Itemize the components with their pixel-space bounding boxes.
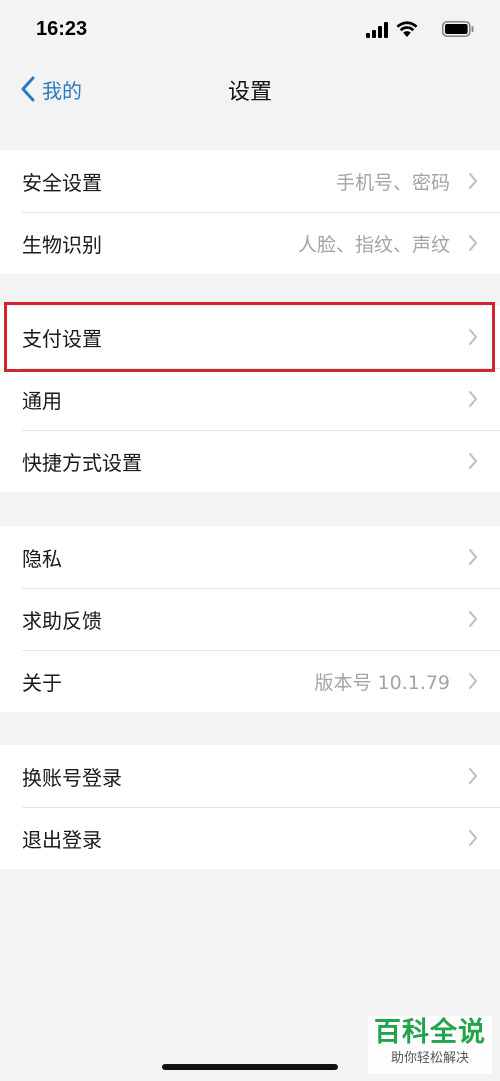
settings-row-biometrics[interactable]: 生物识别 人脸、指纹、声纹	[0, 212, 500, 274]
row-value: 人脸、指纹、声纹	[297, 233, 450, 256]
settings-group-account: 安全设置 手机号、密码 生物识别 人脸、指纹、声纹	[0, 150, 500, 274]
signal-icon	[366, 22, 388, 38]
settings-row-payment[interactable]: 支付设置	[0, 306, 500, 368]
status-icons	[354, 20, 474, 42]
settings-group-payment: 支付设置 通用 快捷方式设置	[0, 306, 500, 492]
chevron-right-icon	[469, 173, 477, 189]
settings-row-switch-account[interactable]: 换账号登录	[0, 745, 500, 807]
chevron-right-icon	[469, 768, 477, 784]
chevron-right-icon	[469, 549, 477, 565]
row-value: 版本号 10.1.79	[314, 671, 450, 694]
row-label: 换账号登录	[22, 765, 122, 790]
row-label: 生物识别	[22, 232, 102, 257]
watermark-subtitle: 助你轻松解决	[390, 1051, 469, 1066]
row-value: 手机号、密码	[335, 171, 450, 194]
settings-group-support: 隐私 求助反馈 关于 版本号 10.1.79	[0, 526, 500, 712]
row-label: 关于	[22, 670, 62, 695]
settings-row-feedback[interactable]: 求助反馈	[0, 588, 500, 650]
chevron-right-icon	[469, 453, 477, 469]
row-label: 通用	[22, 388, 62, 413]
chevron-right-icon	[469, 611, 477, 627]
chevron-right-icon	[469, 830, 477, 846]
settings-row-about[interactable]: 关于 版本号 10.1.79	[0, 650, 500, 712]
home-indicator[interactable]	[162, 1064, 338, 1070]
status-bar: 16:23	[0, 0, 500, 60]
battery-icon	[442, 21, 474, 37]
row-label: 支付设置	[22, 326, 102, 351]
status-time: 16:23	[36, 18, 88, 40]
chevron-right-icon	[469, 391, 477, 407]
row-label: 求助反馈	[22, 608, 102, 633]
page-title: 设置	[227, 80, 272, 105]
row-label: 退出登录	[22, 827, 102, 852]
row-label: 快捷方式设置	[22, 450, 142, 475]
settings-row-general[interactable]: 通用	[0, 368, 500, 430]
chevron-right-icon	[469, 673, 477, 689]
watermark-title: 百科全说	[374, 1017, 486, 1048]
navigation-bar: 我的 设置	[0, 60, 500, 118]
row-label: 安全设置	[22, 170, 102, 195]
row-label: 隐私	[22, 546, 62, 571]
settings-row-privacy[interactable]: 隐私	[0, 526, 500, 588]
chevron-right-icon	[469, 329, 477, 345]
watermark-logo: 百科全说 助你轻松解决	[368, 1016, 492, 1074]
settings-row-shortcuts[interactable]: 快捷方式设置	[0, 430, 500, 492]
settings-row-security[interactable]: 安全设置 手机号、密码	[0, 150, 500, 212]
settings-group-login: 换账号登录 退出登录	[0, 745, 500, 869]
chevron-right-icon	[469, 235, 477, 251]
settings-row-logout[interactable]: 退出登录	[0, 807, 500, 869]
wifi-icon	[396, 21, 418, 37]
